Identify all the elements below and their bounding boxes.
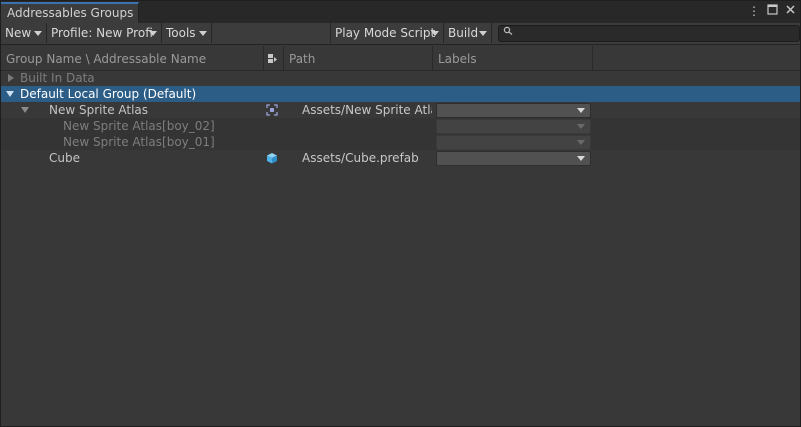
row-name: New Sprite Atlas [49,103,149,117]
row-name: Built In Data [20,71,95,85]
column-icon-header[interactable] [264,46,284,70]
chevron-down-icon [431,31,439,36]
window-controls: ⋮ [748,4,796,18]
row-name: Cube [49,151,80,165]
chevron-down-icon [479,31,487,36]
tab-addressables-groups[interactable]: Addressables Groups [1,2,139,23]
more-options-icon[interactable]: ⋮ [748,4,760,18]
new-label: New [5,26,32,40]
chevron-down-icon [577,124,585,129]
labels-dropdown [436,119,591,134]
play-mode-label: Play Mode Script [335,26,436,40]
chevron-down-icon [577,108,585,113]
column-name-header[interactable]: Group Name \ Addressable Name [1,46,264,70]
profile-label: Profile: New Profi [51,26,153,40]
tree-row-new-sprite-atlas[interactable]: New Sprite Atlas Assets/New Sprite Atla [1,102,800,118]
sprite-atlas-icon [266,104,278,116]
chevron-down-icon [577,140,585,145]
column-header: Group Name \ Addressable Name Path Label… [1,46,800,71]
column-labels-header[interactable]: Labels [433,46,593,70]
chevron-down-icon [149,31,157,36]
fold-arrow-down-icon[interactable] [6,91,14,97]
column-path-header[interactable]: Path [284,46,433,70]
tools-label: Tools [166,26,196,40]
fold-arrow-down-icon[interactable] [21,107,29,113]
play-mode-script-dropdown[interactable]: Play Mode Script [330,23,444,43]
addressables-groups-window: Addressables Groups ⋮ New Profile: New P… [0,0,801,427]
row-name: New Sprite Atlas[boy_01] [63,135,215,149]
profile-dropdown[interactable]: Profile: New Profi [47,23,162,43]
tree-row-sub-asset[interactable]: New Sprite Atlas[boy_01] [1,134,800,150]
labels-dropdown[interactable] [436,151,591,166]
tree-row-sub-asset[interactable]: New Sprite Atlas[boy_02] [1,118,800,134]
row-path: Assets/New Sprite Atla [302,103,432,117]
chevron-down-icon [34,31,42,36]
build-dropdown[interactable]: Build [444,23,492,43]
empty-tree-area[interactable] [1,167,800,426]
tree-row-default-local-group[interactable]: Default Local Group (Default) [1,86,800,102]
close-icon[interactable] [784,4,796,18]
build-label: Build [448,26,479,40]
tab-bar: Addressables Groups ⋮ [1,1,800,23]
toolbar: New Profile: New Profi Tools Play Mode S… [1,23,800,45]
maximize-icon[interactable] [766,4,778,18]
search-icon [503,26,513,41]
prefab-cube-icon [267,153,277,164]
search-input[interactable] [498,25,800,42]
fold-arrow-right-icon[interactable] [8,74,14,82]
row-name: New Sprite Atlas[boy_02] [63,119,215,133]
labels-dropdown[interactable] [436,103,591,118]
new-dropdown[interactable]: New [1,23,47,43]
row-path: Assets/Cube.prefab [302,151,419,165]
tree-row-cube[interactable]: Cube Assets/Cube.prefab [1,150,800,166]
tree-row-built-in-data[interactable]: Built In Data [1,70,800,86]
asset-type-icon [268,54,277,63]
row-name: Default Local Group (Default) [20,87,197,101]
chevron-down-icon [577,156,585,161]
tools-dropdown[interactable]: Tools [162,23,212,43]
labels-dropdown [436,135,591,150]
chevron-down-icon [199,31,207,36]
